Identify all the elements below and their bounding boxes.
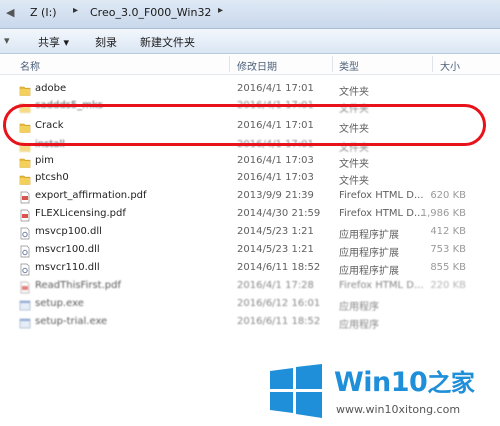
address-bar[interactable]: ◀ Z (I:) ▸ Creo_3.0_F000_Win32 ▸ xyxy=(0,0,500,29)
file-date: 2016/4/1 17:01 xyxy=(237,83,314,94)
file-date: 2016/4/1 17:03 xyxy=(237,172,314,183)
burn-button[interactable]: 刻录 xyxy=(95,34,117,50)
file-type: 文件夹 xyxy=(339,159,369,170)
file-date: 2016/4/1 17:03 xyxy=(237,155,314,166)
file-type: 应用程序扩展 xyxy=(339,230,399,241)
file-row[interactable]: ptcsh0 2016/4/1 17:03 文件夹 xyxy=(0,170,500,187)
highlight-ring xyxy=(3,104,486,146)
file-row[interactable]: msvcp100.dll 2014/5/23 1:21 应用程序扩展 412 KB xyxy=(0,224,500,241)
file-row[interactable]: export_affirmation.pdf 2013/9/9 21:39 Fire… xyxy=(0,188,500,205)
breadcrumb-chevron-icon[interactable]: ▸ xyxy=(218,5,223,16)
share-button[interactable]: 共享 ▾ xyxy=(38,34,69,50)
watermark-brand-suffix: 之家 xyxy=(427,369,475,397)
dll-icon xyxy=(19,243,31,258)
back-arrow-icon[interactable]: ◀ xyxy=(6,6,14,19)
file-date: 2016/6/12 16:01 xyxy=(237,298,321,309)
file-row[interactable]: pim 2016/4/1 17:03 文件夹 xyxy=(0,153,500,170)
file-row[interactable]: msvcr100.dll 2014/5/23 1:21 应用程序扩展 753 KB xyxy=(0,242,500,259)
file-size: 1,986 KB xyxy=(420,208,466,219)
file-date: 2014/6/11 18:52 xyxy=(237,262,321,273)
file-name: setup-trial.exe xyxy=(35,316,108,327)
column-divider[interactable] xyxy=(432,56,433,72)
file-row[interactable]: msvcr110.dll 2014/6/11 18:52 应用程序扩展 855 KB xyxy=(0,260,500,277)
file-type: 文件夹 xyxy=(339,176,369,187)
file-name: FLEXLicensing.pdf xyxy=(35,208,126,219)
watermark-logo: Win10之家 www.win10xitong.com xyxy=(268,361,500,426)
file-date: 2014/4/30 21:59 xyxy=(237,208,321,219)
file-date: 2014/5/23 1:21 xyxy=(237,244,314,255)
file-date: 2016/6/11 18:52 xyxy=(237,316,321,327)
file-name: msvcp100.dll xyxy=(35,226,102,237)
file-type: 应用程序 xyxy=(339,320,379,331)
column-header: 名称 修改日期 类型 大小 xyxy=(0,54,500,75)
file-row[interactable]: setup.exe 2016/6/12 16:01 应用程序 xyxy=(0,296,500,313)
column-divider[interactable] xyxy=(229,56,230,72)
file-name: export_affirmation.pdf xyxy=(35,190,147,201)
folder-icon xyxy=(19,154,31,168)
pdf-icon xyxy=(19,279,31,294)
file-size: 855 KB xyxy=(430,262,466,273)
column-modified[interactable]: 修改日期 xyxy=(237,58,277,73)
file-row[interactable]: setup-trial.exe 2016/6/11 18:52 应用程序 xyxy=(0,314,500,331)
file-name: ptcsh0 xyxy=(35,172,69,183)
windows-logo-icon xyxy=(270,364,322,418)
file-type: 应用程序扩展 xyxy=(339,266,399,277)
column-divider[interactable] xyxy=(332,56,333,72)
breadcrumb-folder[interactable]: Creo_3.0_F000_Win32 xyxy=(90,6,211,19)
file-date: 2013/9/9 21:39 xyxy=(237,190,314,201)
file-type: Firefox HTML D... xyxy=(339,280,424,291)
file-size: 620 KB xyxy=(430,190,466,201)
file-row[interactable]: ReadThisFirst.pdf 2016/4/1 17:28 Firefox H… xyxy=(0,278,500,295)
exe-icon xyxy=(19,315,31,329)
file-name: msvcr110.dll xyxy=(35,262,100,273)
file-type: 应用程序扩展 xyxy=(339,248,399,259)
column-name[interactable]: 名称 xyxy=(20,58,40,73)
file-size: 753 KB xyxy=(430,244,466,255)
file-type: Firefox HTML D... xyxy=(339,208,424,219)
dll-icon xyxy=(19,225,31,240)
file-date: 2016/4/1 17:28 xyxy=(237,280,314,291)
file-row[interactable]: FLEXLicensing.pdf 2014/4/30 21:59 Firefox … xyxy=(0,206,500,223)
pdf-icon xyxy=(19,207,31,222)
pdf-icon xyxy=(19,189,31,204)
exe-icon xyxy=(19,297,31,311)
folder-icon xyxy=(19,82,31,96)
watermark-brand-text: Win10 xyxy=(334,367,428,398)
file-type: 应用程序 xyxy=(339,302,379,313)
organize-dropdown-icon[interactable]: ▾ xyxy=(4,34,10,47)
file-date: 2014/5/23 1:21 xyxy=(237,226,314,237)
file-type: Firefox HTML D... xyxy=(339,190,424,201)
file-name: msvcr100.dll xyxy=(35,244,100,255)
column-type[interactable]: 类型 xyxy=(339,58,359,73)
dll-icon xyxy=(19,261,31,276)
file-type: 文件夹 xyxy=(339,87,369,98)
new-folder-button[interactable]: 新建文件夹 xyxy=(140,34,195,50)
breadcrumb-chevron-icon[interactable]: ▸ xyxy=(73,5,78,16)
file-name: adobe xyxy=(35,83,67,94)
breadcrumb-drive[interactable]: Z (I:) xyxy=(30,6,57,19)
column-size[interactable]: 大小 xyxy=(440,58,460,73)
file-name: ReadThisFirst.pdf xyxy=(35,280,122,291)
file-name: pim xyxy=(35,155,54,166)
watermark-url: www.win10xitong.com xyxy=(336,403,461,416)
file-name: setup.exe xyxy=(35,298,84,309)
file-size: 412 KB xyxy=(430,226,466,237)
folder-icon xyxy=(19,171,31,185)
watermark-brand: Win10之家 xyxy=(334,363,475,398)
file-size: 220 KB xyxy=(430,280,466,291)
command-toolbar: ▾ 共享 ▾ 刻录 新建文件夹 xyxy=(0,29,500,54)
file-row[interactable]: adobe 2016/4/1 17:01 文件夹 xyxy=(0,81,500,98)
